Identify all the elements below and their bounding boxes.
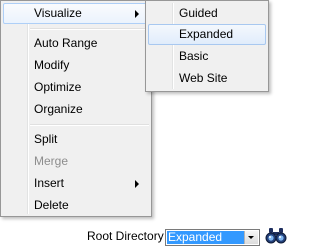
context-menu: Visualize Auto Range Modify Optimize Org…: [0, 0, 152, 217]
menu-item-insert[interactable]: Insert: [3, 173, 149, 194]
submenu-item-guided[interactable]: Guided: [148, 3, 266, 24]
menu-item-split[interactable]: Split: [3, 129, 149, 150]
menu-item-label: Delete: [34, 198, 69, 212]
menu-separator: [30, 124, 149, 126]
menu-item-label: Modify: [34, 58, 70, 72]
submenu-item-web-site[interactable]: Web Site: [148, 68, 266, 89]
menu-item-optimize[interactable]: Optimize: [3, 77, 149, 98]
menu-item-label: Auto Range: [34, 36, 98, 50]
submenu-arrow-icon: [135, 180, 139, 188]
menu-item-organize[interactable]: Organize: [3, 99, 149, 120]
menu-item-visualize[interactable]: Visualize: [3, 3, 149, 24]
submenu-item-label: Guided: [179, 6, 218, 20]
visualize-submenu: Guided Expanded Basic Web Site: [145, 0, 269, 92]
submenu-item-label: Basic: [179, 49, 209, 63]
root-directory-select[interactable]: Expanded: [165, 229, 260, 246]
dropdown-button[interactable]: [244, 231, 258, 244]
submenu-item-label: Web Site: [179, 71, 228, 85]
root-directory-label: Root Directory: [87, 229, 164, 243]
submenu-item-label: Expanded: [179, 27, 234, 41]
submenu-arrow-icon: [135, 10, 139, 18]
submenu-item-expanded[interactable]: Expanded: [148, 24, 266, 45]
menu-item-label: Visualize: [34, 6, 82, 20]
menu-item-label: Insert: [34, 176, 65, 190]
menu-item-label: Merge: [34, 154, 69, 168]
menu-item-label: Organize: [34, 102, 83, 116]
menu-item-label: Split: [34, 132, 58, 146]
chevron-down-icon: [248, 236, 254, 239]
menu-item-delete[interactable]: Delete: [3, 195, 149, 216]
binoculars-icon[interactable]: [265, 226, 287, 244]
menu-item-auto-range[interactable]: Auto Range: [3, 33, 149, 54]
menu-item-modify[interactable]: Modify: [3, 55, 149, 76]
submenu-item-basic[interactable]: Basic: [148, 46, 266, 67]
menu-item-merge: Merge: [3, 151, 149, 172]
menu-separator: [30, 28, 149, 30]
menu-item-label: Optimize: [34, 80, 82, 94]
root-directory-select-value: Expanded: [167, 231, 244, 244]
